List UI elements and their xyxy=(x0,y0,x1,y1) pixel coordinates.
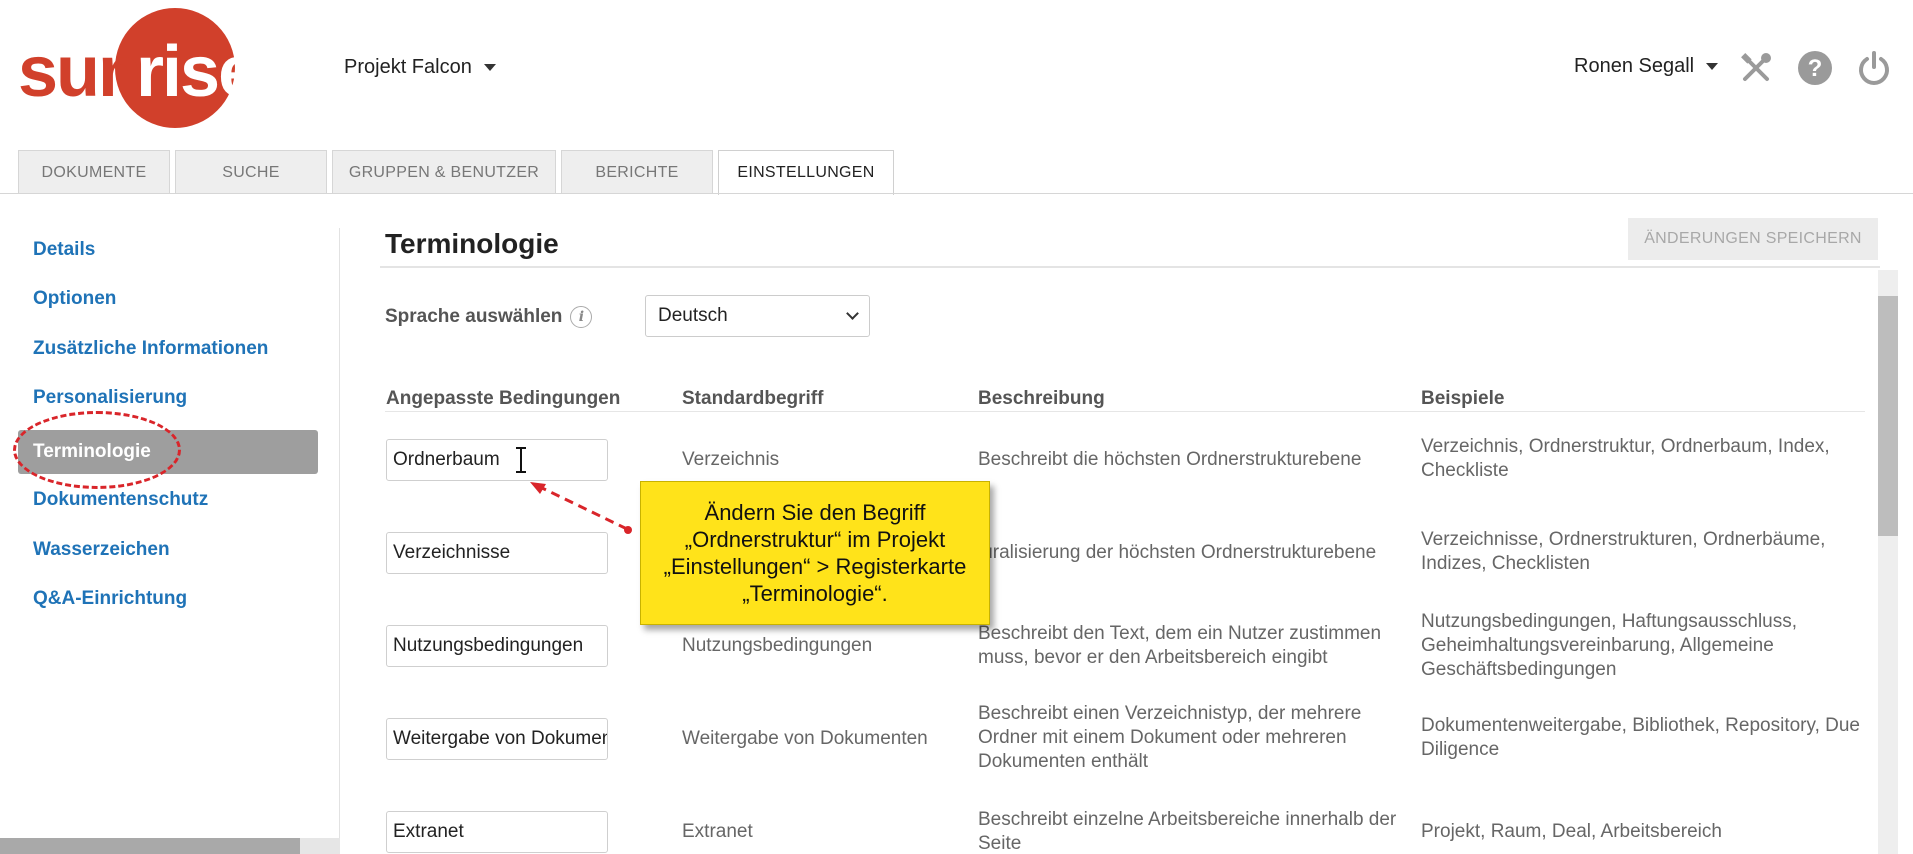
term-description: Beschreibt den Text, dem ein Nutzer zust… xyxy=(978,623,1382,668)
save-changes-button[interactable]: ÄNDERUNGEN SPEICHERN xyxy=(1628,218,1878,260)
term-examples: Verzeichnisse, Ordnerstrukturen, Ordnerb… xyxy=(1421,529,1826,574)
term-examples: Dokumentenweitergabe, Bibliothek, Reposi… xyxy=(1421,715,1860,760)
help-icon[interactable]: ? xyxy=(1797,50,1833,86)
standard-term: Weitergabe von Dokumenten xyxy=(682,728,928,749)
sidebar-item-details[interactable]: Details xyxy=(18,228,318,272)
app-header: sun rise Projekt Falcon Ronen Segall ? xyxy=(0,0,1913,150)
sidebar-item-dokumentenschutz[interactable]: Dokumentenschutz xyxy=(18,478,318,522)
sidebar-scrollbar-track[interactable] xyxy=(300,838,340,854)
custom-term-input[interactable]: Extranet xyxy=(386,811,608,853)
user-menu[interactable]: Ronen Segall xyxy=(1574,55,1719,78)
sidebar-scrollbar-thumb[interactable] xyxy=(0,838,300,854)
term-description: Beschreibt einzelne Arbeitsbereiche inne… xyxy=(978,809,1397,854)
column-header-description: Beschreibung xyxy=(978,388,1105,409)
tools-icon[interactable] xyxy=(1738,50,1774,86)
svg-text:rise: rise xyxy=(136,32,256,112)
custom-term-input[interactable]: Ordnerbaum xyxy=(386,439,608,481)
term-examples: Verzeichnis, Ordnerstruktur, Ordnerbaum,… xyxy=(1421,436,1830,481)
main-scrollbar-thumb[interactable] xyxy=(1878,296,1898,536)
sidebar-item-terminologie[interactable]: Terminologie xyxy=(18,430,318,474)
term-examples: Projekt, Raum, Deal, Arbeitsbereich xyxy=(1421,821,1722,842)
settings-sidebar: Details Optionen Zusätzliche Information… xyxy=(0,228,340,854)
title-divider xyxy=(380,266,1880,268)
column-header-examples: Beispiele xyxy=(1421,388,1505,409)
custom-term-input[interactable]: Nutzungsbedingungen xyxy=(386,625,608,667)
svg-text:sun: sun xyxy=(18,32,140,112)
user-name: Ronen Segall xyxy=(1574,55,1695,77)
term-examples: Nutzungsbedingungen, Haftungsausschluss,… xyxy=(1421,611,1798,680)
main-tabs: DOKUMENTE SUCHE GRUPPEN & BENUTZER BERIC… xyxy=(18,150,894,195)
tab-divider xyxy=(0,193,1913,194)
language-label: Sprache auswählen i xyxy=(385,306,593,328)
caret-down-icon xyxy=(483,64,496,71)
sidebar-item-personalisierung[interactable]: Personalisierung xyxy=(18,376,318,420)
column-header-custom: Angepasste Bedingungen xyxy=(386,388,621,409)
power-icon[interactable] xyxy=(1856,50,1892,86)
tab-berichte[interactable]: BERICHTE xyxy=(561,150,713,194)
project-name: Projekt Falcon xyxy=(344,56,472,78)
term-description: luralisierung der höchsten Ordnerstruktu… xyxy=(978,542,1377,563)
column-header-standard: Standardbegriff xyxy=(682,388,824,409)
sidebar-item-optionen[interactable]: Optionen xyxy=(18,277,318,321)
header-divider xyxy=(385,411,1865,412)
chevron-down-icon xyxy=(846,307,859,320)
callout-text: Ändern Sie den Begriff „Ordnerstruktur“ … xyxy=(663,500,967,606)
standard-term: Verzeichnis xyxy=(682,449,780,470)
term-description: Beschreibt die höchsten Ordnerstruktureb… xyxy=(978,449,1362,470)
svg-text:?: ? xyxy=(1808,55,1823,82)
language-select[interactable]: Deutsch xyxy=(645,295,870,337)
sidebar-item-wasserzeichen[interactable]: Wasserzeichen xyxy=(18,528,318,572)
caret-down-icon xyxy=(1706,63,1719,70)
tab-dokumente[interactable]: DOKUMENTE xyxy=(18,150,170,194)
tab-einstellungen[interactable]: EINSTELLUNGEN xyxy=(718,150,894,195)
page-title: Terminologie xyxy=(385,228,559,259)
language-label-text: Sprache auswählen xyxy=(385,306,563,327)
standard-term: Nutzungsbedingungen xyxy=(682,635,873,656)
annotation-callout: Ändern Sie den Begriff „Ordnerstruktur“ … xyxy=(640,481,990,625)
custom-term-input[interactable]: Verzeichnisse xyxy=(386,532,608,574)
project-selector[interactable]: Projekt Falcon xyxy=(344,56,496,79)
info-icon[interactable]: i xyxy=(570,306,593,328)
custom-term-input[interactable]: Weitergabe von Dokumenten xyxy=(386,718,608,760)
language-select-value: Deutsch xyxy=(658,305,728,326)
standard-term: Extranet xyxy=(682,821,753,842)
sunrise-logo[interactable]: sun rise xyxy=(12,8,272,128)
term-description: Beschreibt einen Verzeichnistyp, der meh… xyxy=(978,703,1362,772)
sidebar-item-zusaetzliche-informationen[interactable]: Zusätzliche Informationen xyxy=(18,327,318,371)
tab-suche[interactable]: SUCHE xyxy=(175,150,327,194)
sidebar-item-qa-einrichtung[interactable]: Q&A-Einrichtung xyxy=(18,577,318,621)
tab-gruppen-benutzer[interactable]: GRUPPEN & BENUTZER xyxy=(332,150,556,194)
